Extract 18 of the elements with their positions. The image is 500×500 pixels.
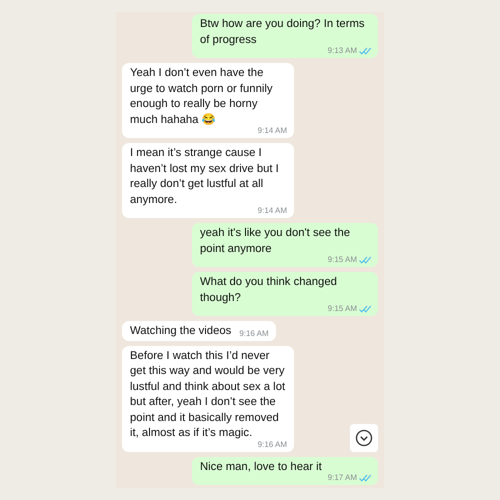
message-time: 9:16 AM <box>258 438 287 450</box>
message-text: Btw how are you doing? In terms of progress <box>200 17 366 47</box>
message-text: Yeah I don’t even have the urge to watch porn or funnily enough to really be horny much hahaha 😂 <box>130 66 274 127</box>
message-time: 9:14 AM <box>258 205 287 217</box>
message-text: I mean it’s strange cause I haven’t lost my sex drive but I really don’t get lustful at all anymore. <box>130 146 280 207</box>
message-time: 9:16 AM <box>239 328 269 340</box>
message-time: 9:17 AM <box>328 472 357 484</box>
message-time: 9:15 AM <box>328 303 357 315</box>
message-text: yeah it's like you don't see the point anymore <box>200 226 352 256</box>
message-time: 9:15 AM <box>328 254 357 266</box>
chevron-down-icon <box>355 429 373 447</box>
message-time: 9:13 AM <box>328 45 357 57</box>
message-text: Before I watch this I’d never get this way and would be very lustful and think about sex a lot but after, yeah I don’t see the point and it basically removed it, almost as if it’s magic. <box>130 348 286 441</box>
message-text: Watching the videos <box>130 324 232 339</box>
message-text: What do you think changed though? <box>200 275 338 305</box>
message-time: 9:14 AM <box>258 125 287 137</box>
message-text: Nice man, love to hear it <box>200 460 322 474</box>
scroll-down-button[interactable] <box>350 424 378 452</box>
